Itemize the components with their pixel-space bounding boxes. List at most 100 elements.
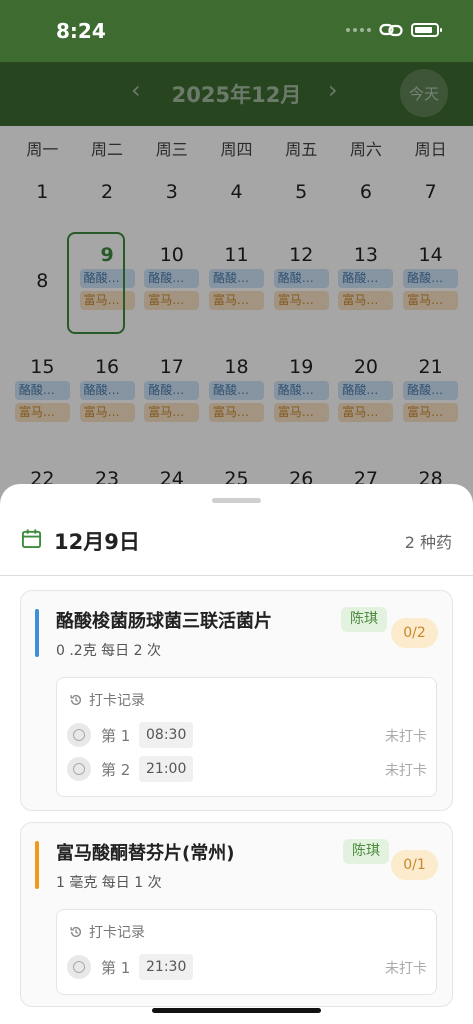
dose-label: 第 2 bbox=[101, 761, 131, 779]
day-cell[interactable]: 10 酪酸… 富马… bbox=[139, 244, 204, 310]
medicine-count: 2 种药 bbox=[404, 533, 452, 552]
record-title: 打卡记录 bbox=[69, 690, 145, 710]
med-chip: 酪酸… bbox=[14, 381, 70, 400]
med-chip: 酪酸… bbox=[144, 269, 200, 288]
day-cell[interactable]: 1 bbox=[10, 181, 75, 203]
record-title-label: 打卡记录 bbox=[89, 925, 145, 941]
medicine-dosage: 1 毫克 每日 1 次 bbox=[56, 875, 162, 891]
day-number: 18 bbox=[224, 356, 249, 378]
med-chip: 酪酸… bbox=[208, 381, 264, 400]
medicine-dosage: 0 .2克 每日 2 次 bbox=[56, 643, 161, 659]
day-cell[interactable]: 6 bbox=[334, 181, 399, 203]
weekday-label: 周三 bbox=[155, 140, 188, 159]
selected-day-highlight bbox=[67, 232, 125, 334]
history-icon bbox=[70, 926, 82, 938]
status-icons bbox=[346, 22, 442, 38]
weekday-label: 周四 bbox=[220, 140, 253, 159]
day-number: 1 bbox=[36, 181, 49, 203]
med-chip: 富马… bbox=[273, 291, 329, 310]
day-cell[interactable]: 18 酪酸… 富马… bbox=[204, 356, 269, 422]
day-number: 4 bbox=[230, 181, 243, 203]
signal-icon bbox=[346, 28, 371, 32]
day-cell[interactable]: 16 酪酸… 富马… bbox=[75, 356, 140, 422]
checkin-record-box: 打卡记录 第 1 08:30 未打卡 第 2 21:00 未打卡 bbox=[56, 677, 437, 797]
checkin-row: 第 1 08:30 未打卡 bbox=[67, 722, 427, 748]
med-chip: 酪酸… bbox=[403, 269, 459, 288]
day-cell[interactable]: 8 bbox=[10, 244, 75, 310]
calendar-icon bbox=[21, 529, 42, 549]
day-number: 6 bbox=[359, 181, 372, 203]
day-cell[interactable]: 21 酪酸… 富马… bbox=[398, 356, 463, 422]
weekday-label: 周一 bbox=[26, 140, 59, 159]
checkin-status: 未打卡 bbox=[385, 729, 427, 745]
med-chip: 酪酸… bbox=[273, 269, 329, 288]
med-chip: 酪酸… bbox=[79, 381, 135, 400]
sheet-drag-handle[interactable] bbox=[212, 498, 261, 503]
day-cell[interactable]: 4 bbox=[204, 181, 269, 203]
status-bar: 8:24 bbox=[0, 0, 473, 62]
checkin-status: 未打卡 bbox=[385, 763, 427, 779]
week-row: 15 酪酸… 富马… 16 酪酸… 富马… 17 酪酸… 富马… 18 酪酸… 富马… 19 酪酸… bbox=[10, 356, 463, 422]
day-cell[interactable]: 20 酪酸… 富马… bbox=[334, 356, 399, 422]
checkin-row: 第 2 21:00 未打卡 bbox=[67, 756, 427, 782]
dose-label: 第 1 bbox=[101, 959, 131, 977]
day-cell[interactable]: 2 bbox=[75, 181, 140, 203]
calendar-grid: 周一 周二 周三 周四 周五 周六 周日 1 2 3 4 5 6 7 8 9 酪酸… bbox=[0, 126, 473, 526]
med-chip: 富马… bbox=[14, 403, 70, 422]
dose-label: 第 1 bbox=[101, 727, 131, 745]
day-cell[interactable]: 17 酪酸… 富马… bbox=[139, 356, 204, 422]
day-cell[interactable]: 14 酪酸… 富马… bbox=[398, 244, 463, 310]
day-number: 8 bbox=[36, 270, 49, 292]
med-chip: 酪酸… bbox=[338, 269, 394, 288]
progress-badge: 0/1 bbox=[391, 850, 438, 880]
med-chip: 酪酸… bbox=[338, 381, 394, 400]
weekday-label: 周六 bbox=[349, 140, 382, 159]
next-month-button[interactable]: › bbox=[328, 76, 338, 104]
day-number: 19 bbox=[289, 356, 314, 378]
day-cell[interactable]: 7 bbox=[398, 181, 463, 203]
battery-icon bbox=[411, 23, 442, 37]
weekday-label: 周日 bbox=[414, 140, 447, 159]
dose-time: 21:00 bbox=[139, 756, 194, 782]
status-time: 8:24 bbox=[56, 19, 106, 43]
day-cell[interactable]: 5 bbox=[269, 181, 334, 203]
med-chip: 富马… bbox=[403, 291, 459, 310]
selected-date-title: 12月9日 bbox=[54, 530, 140, 554]
day-cell[interactable]: 12 酪酸… 富马… bbox=[269, 244, 334, 310]
day-number: 17 bbox=[159, 356, 184, 378]
patient-badge: 陈琪 bbox=[341, 607, 387, 632]
day-cell[interactable]: 15 酪酸… 富马… bbox=[10, 356, 75, 422]
day-cell[interactable]: 3 bbox=[139, 181, 204, 203]
weekday-label: 周五 bbox=[285, 140, 318, 159]
checkin-toggle[interactable] bbox=[67, 955, 91, 979]
med-chip: 富马… bbox=[273, 403, 329, 422]
day-cell[interactable]: 11 酪酸… 富马… bbox=[204, 244, 269, 310]
weekday-label: 周二 bbox=[91, 140, 124, 159]
home-indicator bbox=[152, 1008, 321, 1013]
day-number: 11 bbox=[224, 244, 249, 266]
med-chip: 酪酸… bbox=[208, 269, 264, 288]
day-number: 7 bbox=[424, 181, 437, 203]
checkin-toggle[interactable] bbox=[67, 757, 91, 781]
med-chip: 富马… bbox=[338, 291, 394, 310]
medicine-name: 富马酸酮替芬片(常州) bbox=[56, 843, 235, 864]
day-number: 16 bbox=[94, 356, 120, 378]
week-row: 1 2 3 4 5 6 7 bbox=[10, 181, 463, 203]
med-chip: 酪酸… bbox=[144, 381, 200, 400]
checkin-record-box: 打卡记录 第 1 21:30 未打卡 bbox=[56, 909, 437, 995]
card-accent-bar bbox=[35, 841, 39, 889]
day-number: 10 bbox=[159, 244, 184, 266]
link-icon bbox=[379, 23, 403, 37]
med-chip: 富马… bbox=[79, 403, 135, 422]
medicine-card[interactable]: 富马酸酮替芬片(常州) 1 毫克 每日 1 次 陈琪 0/1 打卡记录 第 1 … bbox=[20, 822, 453, 1007]
day-cell[interactable]: 13 酪酸… 富马… bbox=[334, 244, 399, 310]
med-chip: 富马… bbox=[144, 291, 200, 310]
checkin-toggle[interactable] bbox=[67, 723, 91, 747]
med-chip: 富马… bbox=[338, 403, 394, 422]
checkin-status: 未打卡 bbox=[385, 961, 427, 977]
med-chip: 酪酸… bbox=[403, 381, 459, 400]
history-icon bbox=[70, 694, 82, 706]
medicine-card[interactable]: 酪酸梭菌肠球菌三联活菌片 0 .2克 每日 2 次 陈琪 0/2 打卡记录 第 … bbox=[20, 590, 453, 811]
today-button[interactable]: 今天 bbox=[400, 69, 448, 117]
day-cell[interactable]: 19 酪酸… 富马… bbox=[269, 356, 334, 422]
